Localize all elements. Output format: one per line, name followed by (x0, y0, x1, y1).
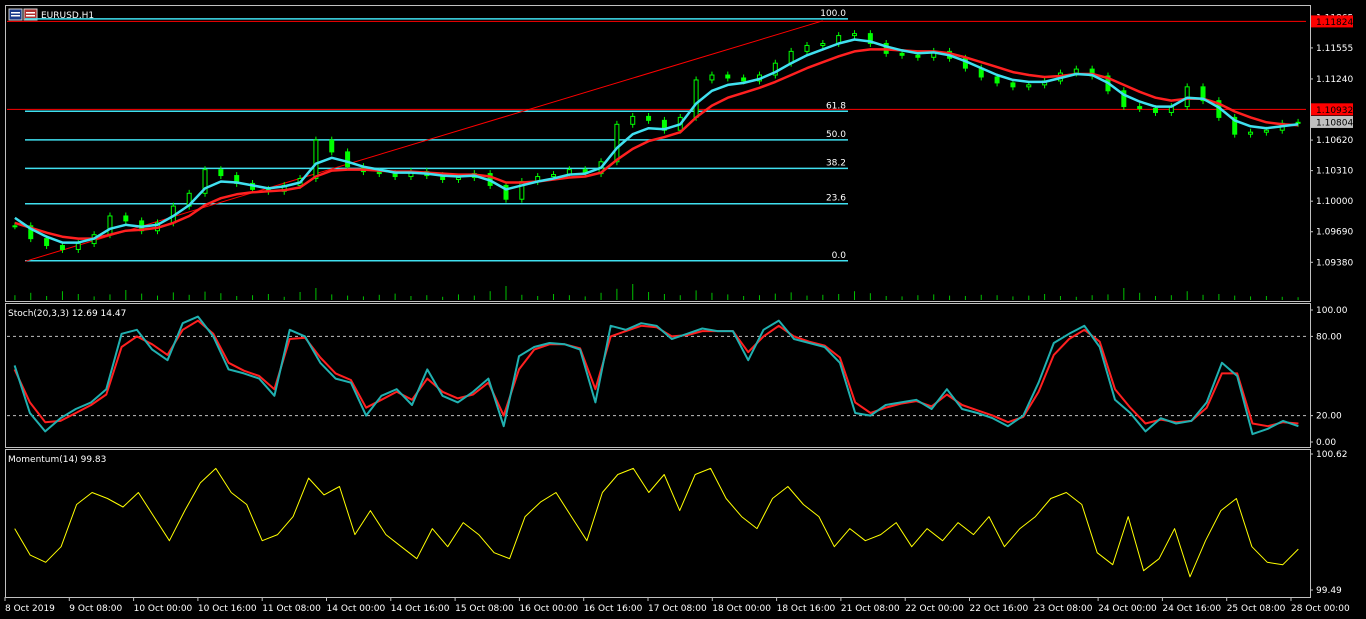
fibo-level-label: 61.8 (826, 101, 846, 111)
time-axis-label: 24 Oct 16:00 (1162, 604, 1221, 614)
price-axis-label: 1.11240 (1316, 75, 1353, 85)
candle-body (899, 52, 905, 56)
fibo-level-label: 100.0 (820, 9, 846, 19)
time-axis-label: 14 Oct 16:00 (391, 604, 450, 614)
time-axis-label: 18 Oct 00:00 (712, 604, 771, 614)
candle-body (1295, 121, 1301, 124)
candle-body (994, 76, 1000, 84)
candle-body (123, 215, 129, 222)
candle-body (107, 215, 113, 236)
candle-body (915, 54, 921, 58)
candle-body (804, 44, 810, 52)
candle-body (1248, 131, 1254, 135)
fibo-level-label: 38.2 (826, 158, 846, 168)
candle-body (614, 123, 620, 163)
candle-body (455, 177, 461, 180)
candle-body (218, 169, 224, 177)
momentum-indicator-label: Momentum(14) 99.83 (8, 455, 106, 465)
time-axis-label: 8 Oct 2019 (5, 604, 55, 614)
time-axis-label: 11 Oct 08:00 (262, 604, 321, 614)
candle-body (345, 151, 351, 168)
price-axis-label: 1.11555 (1316, 44, 1353, 54)
candle-body (1073, 68, 1079, 74)
fibo-level-label: 50.0 (826, 130, 846, 140)
stoch-axis-label: 20.00 (1316, 412, 1342, 422)
price-tag-label: 1.11824 (1316, 18, 1353, 28)
time-axis-label: 18 Oct 16:00 (777, 604, 836, 614)
time-axis-label: 21 Oct 08:00 (841, 604, 900, 614)
candle-body (709, 74, 715, 81)
candle-body (44, 238, 50, 247)
price-axis-label: 1.09380 (1316, 258, 1353, 268)
price-axis-label: 1.10310 (1316, 167, 1353, 177)
candle-body (1010, 82, 1016, 88)
candle-body (630, 115, 636, 125)
candle-body (693, 79, 699, 118)
price-axis-label: 1.10000 (1316, 197, 1353, 207)
time-axis-label: 22 Oct 00:00 (905, 604, 964, 614)
candle-body (820, 42, 826, 46)
time-axis-label: 22 Oct 16:00 (970, 604, 1029, 614)
price-axis-label: 1.09690 (1316, 228, 1353, 238)
candle-body (725, 74, 731, 79)
time-axis-label: 10 Oct 16:00 (198, 604, 257, 614)
fibo-level-label: 0.0 (832, 251, 847, 261)
stoch-axis-label: 100.00 (1316, 306, 1348, 316)
candle-body (75, 243, 81, 250)
candle-body (329, 139, 335, 153)
time-axis-label: 24 Oct 00:00 (1098, 604, 1157, 614)
time-axis-label: 28 Oct 00:00 (1291, 604, 1350, 614)
time-axis-label: 9 Oct 08:00 (69, 604, 122, 614)
candle-body (1153, 108, 1159, 113)
candle-body (1263, 129, 1269, 133)
candle-body (1026, 84, 1032, 88)
candle-body (12, 225, 18, 228)
candle-body (313, 139, 319, 180)
momentum-axis-label: 100.62 (1316, 450, 1348, 460)
candle-body (852, 33, 858, 37)
time-axis-label: 16 Oct 00:00 (519, 604, 578, 614)
price-tag-label: 1.10804 (1316, 118, 1353, 128)
time-axis-label: 23 Oct 08:00 (1034, 604, 1093, 614)
price-axis-label: 1.10620 (1316, 136, 1353, 146)
stoch-indicator-label: Stoch(20,3,3) 12.69 14.47 (8, 309, 126, 319)
stoch-axis-label: 0.00 (1316, 438, 1336, 448)
candle-body (392, 173, 398, 178)
time-axis-label: 14 Oct 00:00 (327, 604, 386, 614)
stoch-axis-label: 80.00 (1316, 332, 1342, 342)
fibo-level-label: 23.6 (826, 194, 846, 204)
chart-background (0, 0, 1366, 619)
candle-body (551, 174, 557, 178)
time-axis-label: 15 Oct 08:00 (455, 604, 514, 614)
candle-body (1137, 106, 1143, 110)
candle-body (741, 77, 747, 82)
momentum-axis-label: 99.49 (1316, 586, 1342, 596)
time-axis-label: 25 Oct 08:00 (1227, 604, 1286, 614)
price-tag-label: 1.10932 (1316, 106, 1353, 116)
time-axis-label: 16 Oct 16:00 (584, 604, 643, 614)
time-axis-label: 17 Oct 08:00 (648, 604, 707, 614)
candle-body (646, 115, 652, 121)
candle-body (59, 245, 65, 250)
time-axis-label: 10 Oct 00:00 (134, 604, 193, 614)
chart-window[interactable]: EURUSD,H1 100.061.850.038.223.60.0 1.118… (0, 0, 1366, 619)
